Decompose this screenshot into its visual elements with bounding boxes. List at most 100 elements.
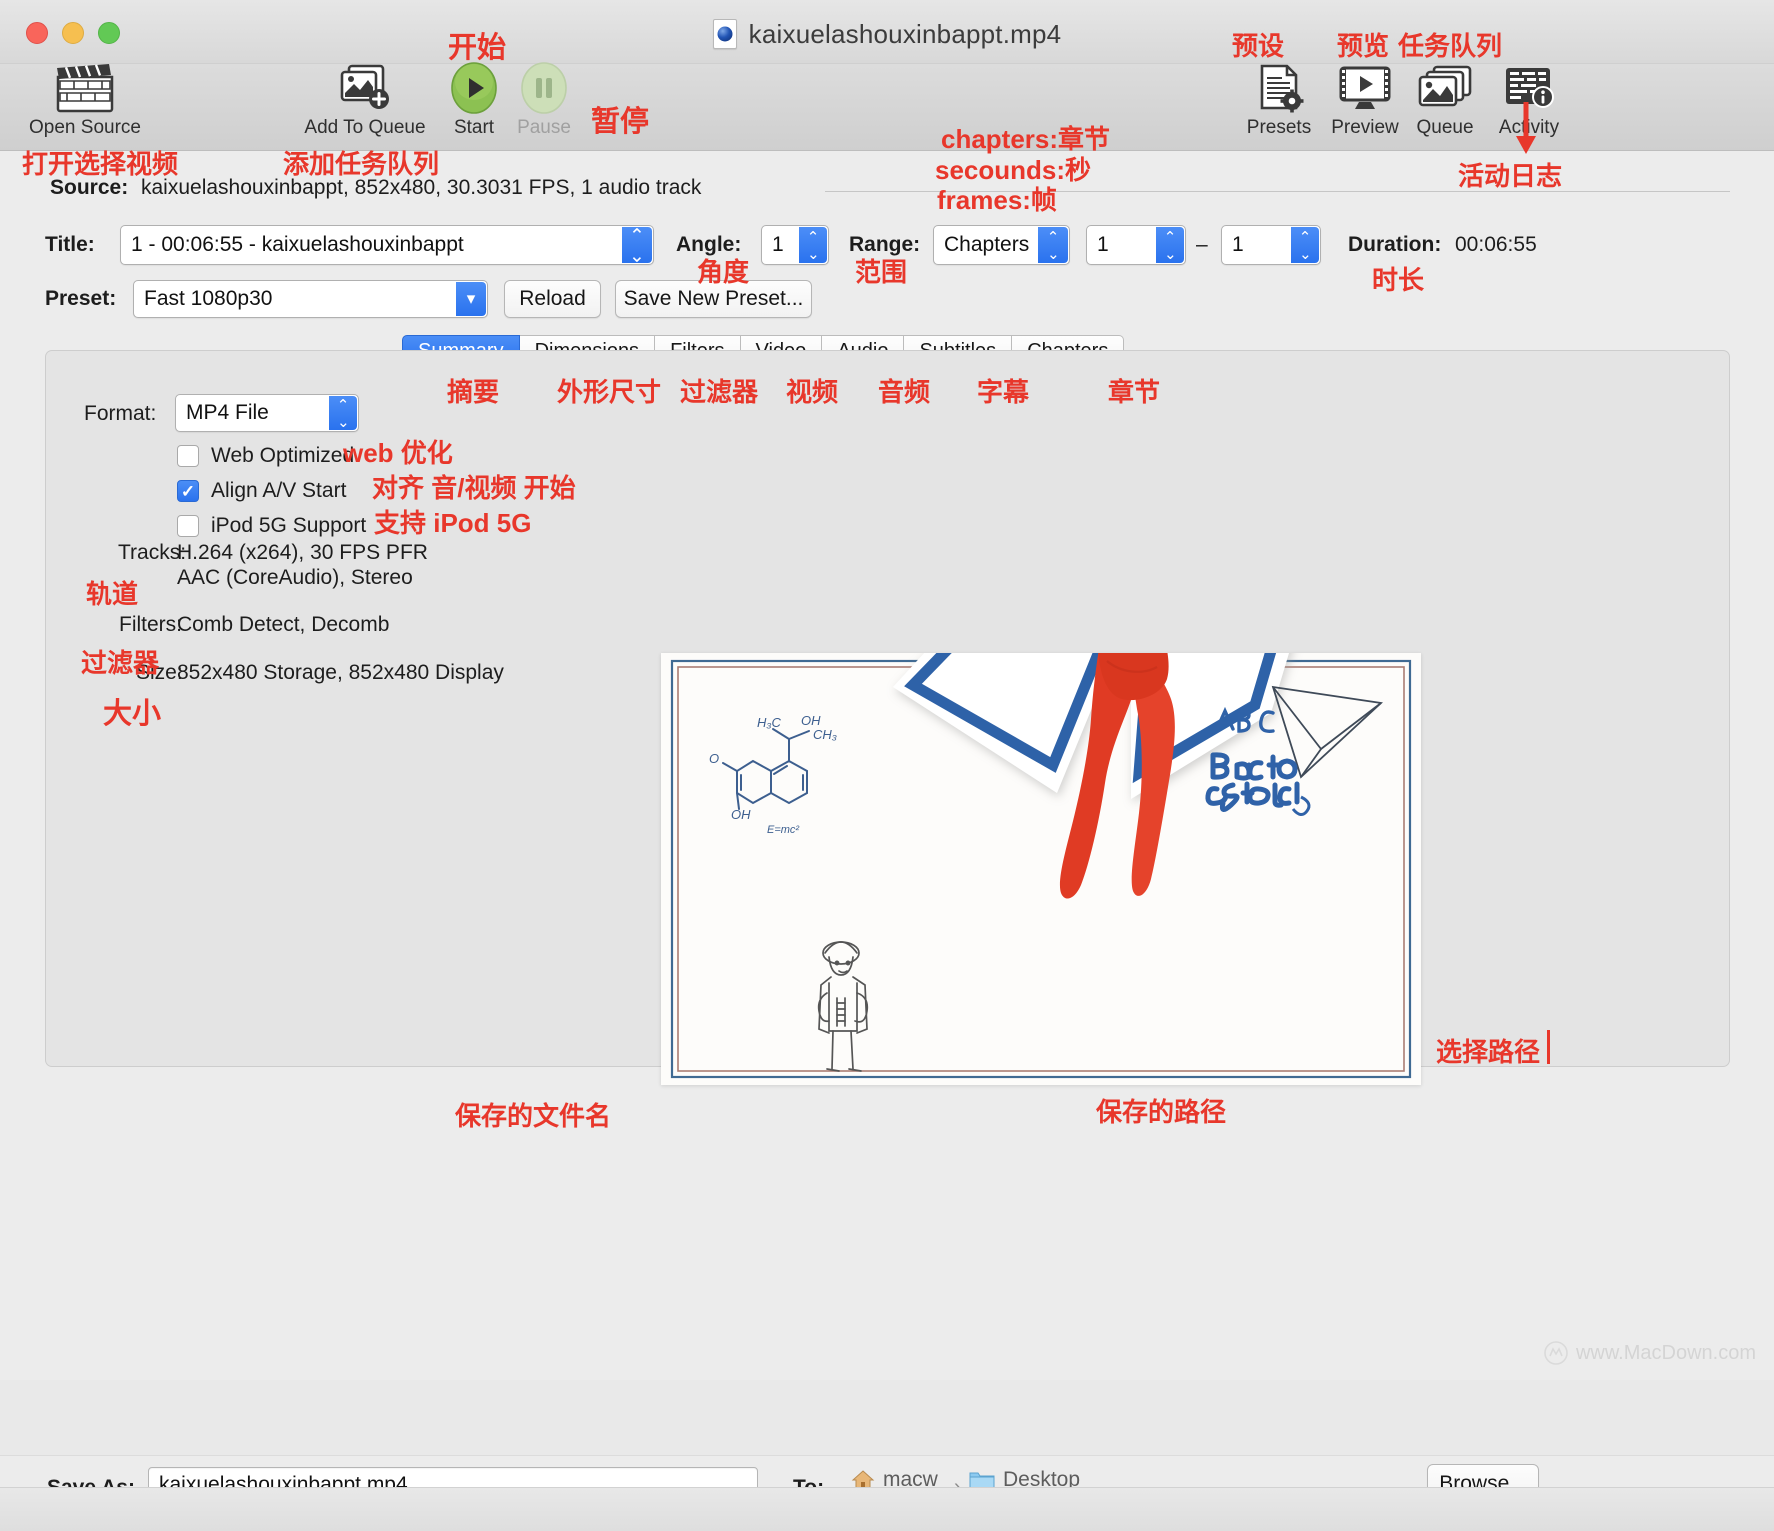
annotation-video: 视频 xyxy=(786,377,839,407)
svg-text:E=mc²: E=mc² xyxy=(767,824,799,836)
annotation-choose-path-bar xyxy=(1547,1030,1550,1064)
format-select[interactable]: MP4 File ⌃ ⌃ xyxy=(175,394,359,432)
range-start-value: 1 xyxy=(1097,233,1109,256)
annotation-choose-path: 选择路径 xyxy=(1436,1037,1541,1067)
duration-value: 00:06:55 xyxy=(1455,233,1537,256)
annotation-save-path: 保存的路径 xyxy=(1096,1097,1227,1127)
chevron-updown-icon[interactable]: ⌃ ⌃ xyxy=(329,396,357,430)
preset-label: Preset: xyxy=(45,287,117,310)
range-end-value: 1 xyxy=(1232,233,1244,256)
tracks-label: Tracks: xyxy=(118,541,187,564)
clapperboard-icon xyxy=(54,60,116,116)
annotation-frames-term: frames:帧 xyxy=(937,185,1057,215)
svg-text:O: O xyxy=(709,751,719,766)
format-label: Format: xyxy=(84,402,157,425)
window-title-area: kaixuelashouxinbappt.mp4 xyxy=(0,14,1774,54)
annotation-subtitles: 字幕 xyxy=(977,377,1030,407)
window-titlebar: kaixuelashouxinbappt.mp4 xyxy=(0,0,1774,64)
main-content: Source: kaixuelashouxinbappt, 852x480, 3… xyxy=(0,151,1774,1531)
chevron-updown-icon[interactable]: ⌃ ⌃ xyxy=(1156,227,1184,263)
ipod-5g-support-checkbox[interactable] xyxy=(177,515,199,537)
align-av-start-checkbox[interactable] xyxy=(177,480,199,502)
angle-value: 1 xyxy=(772,233,784,256)
play-circle-icon xyxy=(449,60,499,116)
title-label: Title: xyxy=(45,233,95,256)
add-to-queue-button[interactable]: Add To Queue xyxy=(300,60,430,150)
range-end-stepper[interactable]: 1 ⌃ ⌃ xyxy=(1221,225,1321,265)
handbrake-window: kaixuelashouxinbappt.mp4 Open Source Add… xyxy=(0,0,1774,1531)
queue-label: Queue xyxy=(1416,117,1474,138)
tracks-video-value: H.264 (x264), 30 FPS PFR xyxy=(177,541,428,564)
tracks-audio-value: AAC (CoreAudio), Stereo xyxy=(177,566,413,589)
annotation-duration: 时长 xyxy=(1372,265,1425,295)
svg-text:CH₃: CH₃ xyxy=(813,727,837,742)
start-button[interactable]: Start xyxy=(440,60,508,150)
annotation-start: 开始 xyxy=(448,32,507,64)
annotation-open-source: 打开选择视频 xyxy=(22,149,179,179)
svg-text:OH: OH xyxy=(731,807,751,822)
align-av-start-checkbox-row[interactable]: Align A/V Start xyxy=(177,479,346,503)
duration-label: Duration: xyxy=(1348,233,1442,256)
annotation-chapters-tab: 章节 xyxy=(1108,377,1161,407)
chevron-down-icon[interactable]: ▾ xyxy=(456,282,486,316)
chevron-updown-icon[interactable]: ⌃ ⌃ xyxy=(1291,227,1319,263)
open-source-label: Open Source xyxy=(29,117,141,138)
annotation-range: 范围 xyxy=(855,257,908,287)
chevron-updown-icon[interactable]: ⌃ ⌃ xyxy=(622,227,652,264)
annotation-preview: 预览 xyxy=(1337,31,1390,61)
ipod-5g-support-label: iPod 5G Support xyxy=(211,514,367,537)
chevron-updown-icon[interactable]: ⌃ ⌃ xyxy=(1038,227,1068,263)
queue-button[interactable]: Queue xyxy=(1408,60,1482,150)
watermark-text: www.MacDown.com xyxy=(1575,1341,1756,1364)
chevron-updown-icon[interactable]: ⌃ ⌃ xyxy=(799,227,827,263)
add-to-queue-label: Add To Queue xyxy=(304,117,426,138)
add-to-queue-icon xyxy=(337,60,393,116)
align-av-start-label: Align A/V Start xyxy=(211,479,347,502)
annotation-tracks: 轨道 xyxy=(86,579,139,609)
range-mode-select[interactable]: Chapters ⌃ ⌃ xyxy=(933,225,1070,265)
title-select-value: 1 - 00:06:55 - kaixuelashouxinbappt xyxy=(131,233,464,256)
range-mode-value: Chapters xyxy=(944,233,1030,256)
reload-button[interactable]: Reload xyxy=(504,280,601,318)
filters-value: Comb Detect, Decomb xyxy=(177,613,390,636)
title-select[interactable]: 1 - 00:06:55 - kaixuelashouxinbappt ⌃ ⌃ xyxy=(120,225,654,265)
preset-select-value: Fast 1080p30 xyxy=(144,287,273,310)
annotation-presets: 预设 xyxy=(1232,31,1285,61)
annotation-queue: 任务队列 xyxy=(1398,31,1503,61)
preview-monitor-play-icon xyxy=(1337,60,1393,116)
ipod-5g-support-checkbox-row[interactable]: iPod 5G Support xyxy=(177,514,366,538)
annotation-save-filename: 保存的文件名 xyxy=(455,1101,612,1131)
annotation-add-to-queue: 添加任务队列 xyxy=(283,149,440,179)
macdown-logo-icon xyxy=(1544,1341,1568,1365)
preview-label: Preview xyxy=(1331,117,1399,138)
range-start-stepper[interactable]: 1 ⌃ ⌃ xyxy=(1086,225,1186,265)
annotation-web-optimized: web 优化 xyxy=(343,438,453,468)
pause-button[interactable]: Pause xyxy=(508,60,580,150)
open-source-button[interactable]: Open Source xyxy=(25,60,145,150)
web-optimized-checkbox-row[interactable]: Web Optimized xyxy=(177,444,354,468)
video-file-icon xyxy=(712,19,737,49)
preview-thumbnail: O OH H₃C OH CH₃ E=mc² xyxy=(661,653,1421,1085)
angle-stepper[interactable]: 1 ⌃ ⌃ xyxy=(761,225,829,265)
annotation-audio: 音频 xyxy=(878,377,931,407)
annotation-summary: 摘要 xyxy=(447,377,500,407)
annotation-angle: 角度 xyxy=(697,257,750,287)
preset-select[interactable]: Fast 1080p30 ▾ xyxy=(133,280,488,318)
annotation-size: 大小 xyxy=(103,698,162,730)
pause-circle-icon xyxy=(519,60,569,116)
web-optimized-checkbox[interactable] xyxy=(177,445,199,467)
presets-button[interactable]: Presets xyxy=(1242,60,1316,150)
range-dash: – xyxy=(1196,233,1208,256)
start-label: Start xyxy=(453,117,495,138)
annotation-filters-tab: 过滤器 xyxy=(680,377,759,407)
annotation-filters: 过滤器 xyxy=(81,648,160,678)
annotation-activity: 活动日志 xyxy=(1458,161,1563,191)
pause-label: Pause xyxy=(517,117,571,138)
preview-button[interactable]: Preview xyxy=(1325,60,1405,150)
svg-text:H₃C: H₃C xyxy=(757,715,782,730)
web-optimized-label: Web Optimized xyxy=(211,444,355,467)
annotation-pause: 暂停 xyxy=(591,106,650,138)
annotation-dimensions: 外形尺寸 xyxy=(557,377,662,407)
annotation-align-av: 对齐 音/视频 开始 xyxy=(372,473,576,503)
main-toolbar: Open Source Add To Queue Start Pause Pre… xyxy=(0,62,1774,151)
